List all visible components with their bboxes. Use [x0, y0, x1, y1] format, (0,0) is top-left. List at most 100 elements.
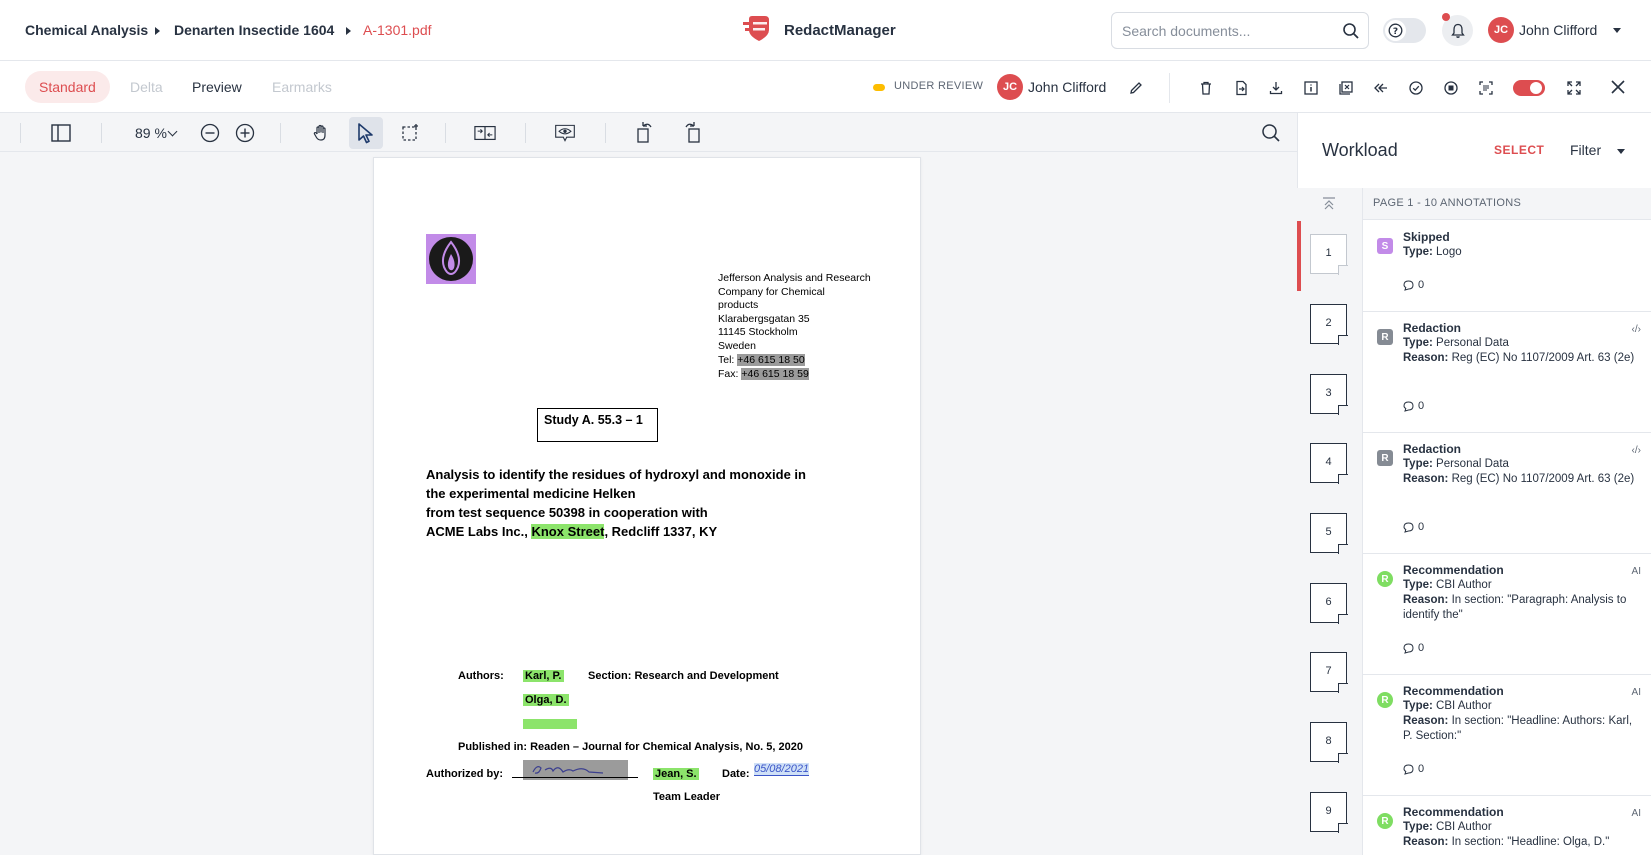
divider [20, 123, 21, 143]
page-thumbnail[interactable]: 9 [1310, 792, 1347, 832]
breadcrumb-project[interactable]: Chemical Analysis [25, 22, 148, 38]
annotation-item[interactable]: R Recommendation AI Type: CBI Author Rea… [1363, 796, 1651, 855]
comments[interactable]: 0 [1403, 400, 1424, 412]
zoom-select[interactable]: 89 % [120, 113, 182, 152]
rotate-left-icon[interactable] [634, 121, 656, 143]
annotation-title: Redaction [1403, 321, 1462, 335]
breadcrumb-separator-icon [346, 27, 351, 35]
fax-label: Fax: [718, 368, 739, 380]
comment-count: 0 [1418, 763, 1425, 775]
close-icon[interactable] [1607, 76, 1629, 98]
page-thumbnail[interactable]: 2 [1310, 304, 1347, 344]
title-text: ACME Labs Inc., [426, 524, 532, 539]
chevron-down-icon[interactable] [1613, 28, 1621, 33]
redacted-phone[interactable]: +46 615 18 50 [737, 354, 805, 366]
code-icon[interactable]: ‹/› [1632, 324, 1641, 335]
type-label: Type: [1403, 337, 1433, 349]
compare-icon[interactable] [474, 122, 496, 144]
company-address-line: Klarabergsgatan 35 [718, 313, 810, 325]
search-icon[interactable] [1342, 22, 1360, 40]
redacted-fax[interactable]: +46 615 18 59 [741, 368, 809, 380]
section-label: Section: Research and Development [588, 670, 779, 682]
search-input[interactable] [1122, 21, 1332, 41]
pan-hand-icon[interactable] [310, 122, 332, 144]
annotation-item[interactable]: S Skipped Type: Logo 0 [1363, 221, 1651, 312]
recommendation-highlight[interactable]: Knox Street [531, 524, 605, 539]
rotate-right-icon[interactable] [681, 121, 703, 143]
download-icon[interactable] [1265, 77, 1287, 99]
tab-standard[interactable]: Standard [25, 71, 110, 103]
reason-label: Reason: [1403, 352, 1449, 364]
recommendation-badge: R [1377, 813, 1393, 829]
annotation-item[interactable]: R Recommendation AI Type: CBI Author Rea… [1363, 675, 1651, 796]
annotation-item[interactable]: R Recommendation AI Type: CBI Author Rea… [1363, 554, 1651, 675]
svg-text:?: ? [1393, 27, 1398, 37]
select-button[interactable]: SELECT [1494, 143, 1544, 157]
search-box[interactable] [1111, 12, 1369, 49]
page-number: 3 [1325, 387, 1332, 399]
doc-title-line: from test sequence 50398 in cooperation … [426, 505, 708, 520]
title-text: , Redcliff 1337, KY [604, 524, 718, 539]
page-thumbnail[interactable]: 1 [1310, 234, 1347, 274]
type-label: Type: [1403, 246, 1433, 258]
date-handwritten[interactable]: 05/08/2021 [754, 763, 810, 776]
published-line: Published in: Readen – Journal for Chemi… [458, 741, 803, 753]
document-info-icon[interactable] [1300, 77, 1322, 99]
filter-dropdown[interactable]: Filter [1570, 142, 1601, 158]
ocr-scan-icon[interactable] [1475, 77, 1497, 99]
zoom-out-icon[interactable] [199, 122, 221, 144]
toggle-annotations-visibility-icon[interactable] [554, 122, 576, 144]
page-number: 7 [1325, 665, 1332, 677]
comments[interactable]: 0 [1403, 642, 1424, 654]
authorizer-highlight[interactable]: Jean, S. [653, 768, 699, 780]
comments[interactable]: 0 [1403, 763, 1424, 775]
zoom-in-icon[interactable] [234, 122, 256, 144]
page-number: 1 [1325, 247, 1332, 259]
status-indicator [873, 84, 885, 91]
page-thumbnail[interactable]: 7 [1310, 652, 1347, 692]
help-mode-toggle[interactable]: ? [1383, 18, 1426, 43]
exclude-pages-icon[interactable] [1335, 77, 1357, 99]
author-highlight[interactable]: Olga, D. [523, 694, 569, 706]
toggle-knob [1530, 82, 1542, 94]
company-address-line: 11145 Stockholm [718, 326, 798, 338]
approve-icon[interactable] [1405, 77, 1427, 99]
document-search-icon[interactable] [1260, 122, 1282, 144]
annotation-item[interactable]: R Redaction ‹/› Type: Personal Data Reas… [1363, 312, 1651, 433]
breadcrumb-dossier[interactable]: Denarten Insectide 1604 [174, 22, 334, 38]
page-thumbnail[interactable]: 3 [1310, 374, 1347, 414]
annotation-item[interactable]: R Redaction ‹/› Type: Personal Data Reas… [1363, 433, 1651, 554]
comment-icon [1403, 400, 1414, 412]
page-thumbnail[interactable]: 8 [1310, 722, 1347, 762]
fullscreen-icon[interactable] [1563, 77, 1585, 99]
collapse-up-icon[interactable] [1318, 193, 1340, 215]
author-highlight[interactable]: Karl, P. [523, 670, 564, 682]
page-thumbnail[interactable]: 4 [1310, 443, 1347, 483]
type-value: Personal Data [1436, 337, 1509, 349]
divider [1169, 73, 1170, 103]
tab-preview[interactable]: Preview [178, 71, 256, 103]
export-file-icon[interactable] [1230, 77, 1252, 99]
tab-earmarks: Earmarks [272, 79, 332, 95]
sidebar-toggle-icon[interactable] [50, 122, 72, 144]
redaction-preview-toggle[interactable] [1513, 80, 1545, 96]
comments[interactable]: 0 [1403, 521, 1424, 533]
divider [605, 123, 606, 143]
user-name[interactable]: John Clifford [1519, 22, 1597, 38]
code-icon[interactable]: ‹/› [1632, 445, 1641, 456]
page-thumbnail[interactable]: 6 [1310, 583, 1347, 623]
stop-record-icon[interactable] [1440, 77, 1462, 99]
view-bar: Standard Delta Preview Earmarks [0, 61, 1651, 113]
select-cursor-icon[interactable] [355, 122, 377, 144]
page-thumbnail[interactable]: 5 [1310, 513, 1347, 553]
edit-assignee-icon[interactable] [1125, 77, 1147, 99]
company-logo-image[interactable] [426, 234, 476, 284]
user-avatar[interactable]: JC [1488, 17, 1514, 43]
area-select-icon[interactable] [400, 122, 422, 144]
chevron-down-icon[interactable] [1617, 149, 1625, 154]
empty-highlight[interactable] [523, 719, 577, 729]
comments[interactable]: 0 [1403, 279, 1424, 291]
reason-value: In section: "Headline: Olga, D." [1451, 836, 1610, 848]
undo-all-icon[interactable] [1370, 77, 1392, 99]
delete-icon[interactable] [1195, 77, 1217, 99]
